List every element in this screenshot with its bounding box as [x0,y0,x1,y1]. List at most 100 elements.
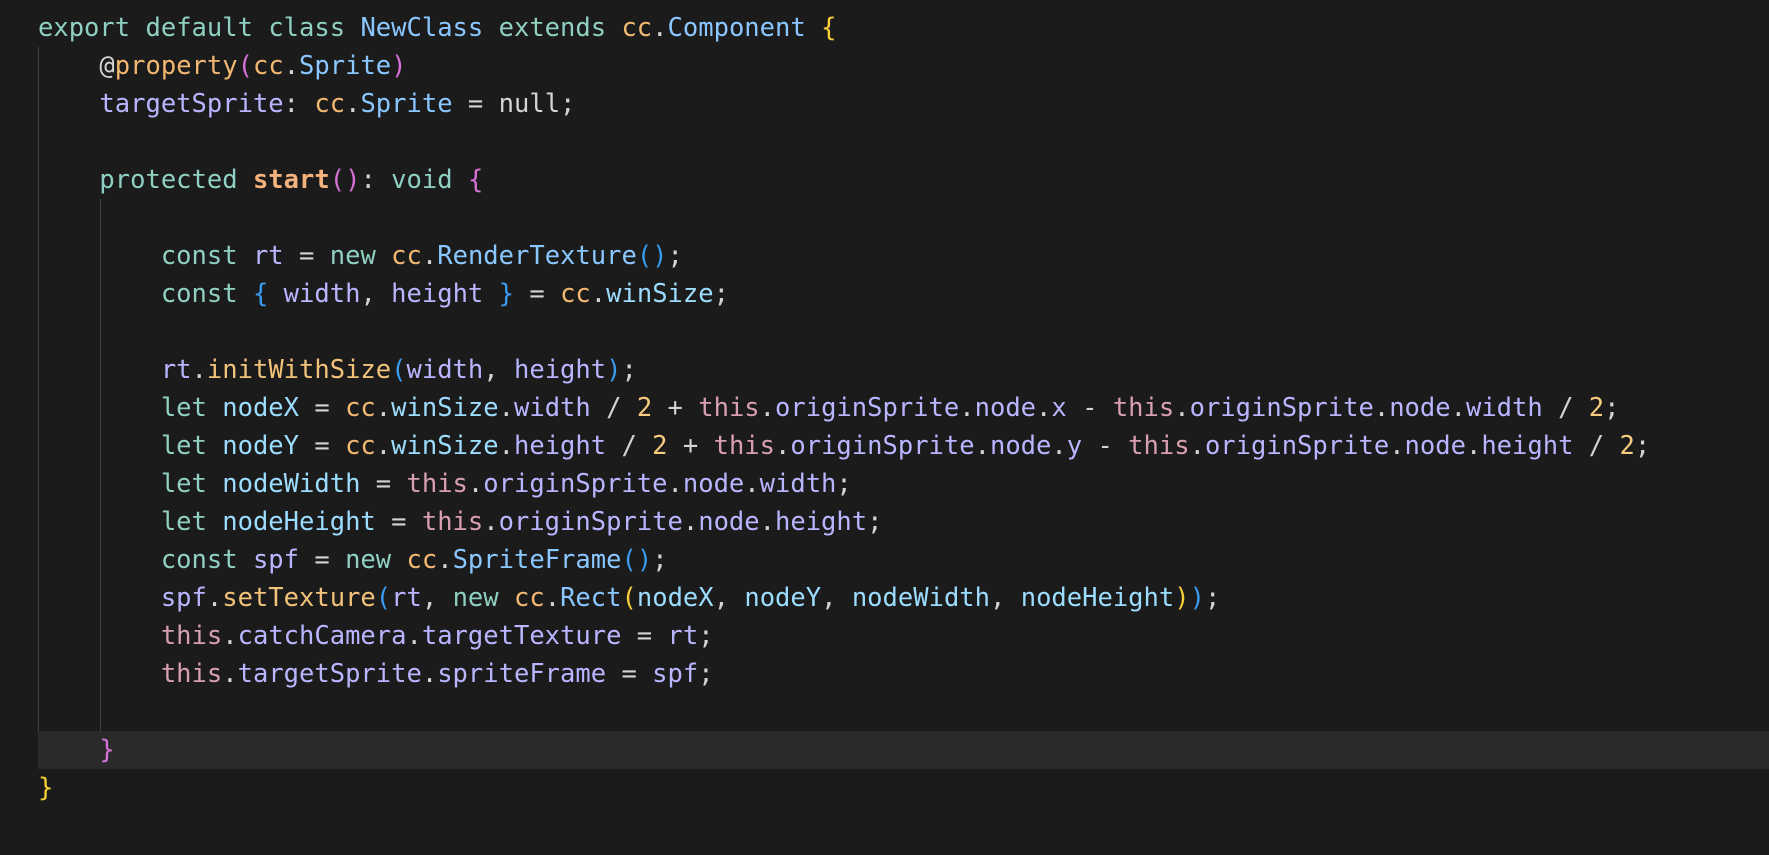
code-token: rt [667,621,699,651]
code-line[interactable] [38,313,1769,351]
code-token: ; [1604,393,1620,423]
code-token: cc [560,279,591,309]
code-token: targetSprite [237,659,422,689]
code-token: = [606,659,653,689]
code-token: 2 [652,431,668,461]
code-line[interactable]: targetSprite: cc.Sprite = null; [38,85,1769,123]
code-line[interactable]: this.targetSprite.spriteFrame = spf; [38,655,1769,693]
code-token: . [1051,431,1067,461]
code-token: nodeHeight [1020,583,1175,613]
code-token: . [206,583,223,613]
code-token: / [606,431,653,461]
code-token: ( [391,355,407,385]
code-token: cc [514,583,545,613]
code-line[interactable] [38,123,1769,161]
code-token: 2 [1619,431,1635,461]
code-token: new [452,583,499,613]
code-line[interactable]: } [38,731,1769,769]
code-line[interactable]: export default class NewClass extends cc… [38,9,1769,47]
code-editor[interactable]: export default class NewClass extends cc… [0,0,1769,855]
code-token: this [1128,431,1190,461]
code-token: node [989,431,1052,461]
code-token: . [974,431,990,461]
code-token: nodeX [636,583,714,613]
code-token: ; [867,507,883,537]
code-token: rt [252,241,284,271]
code-token: setTexture [222,583,376,613]
code-token: . [590,279,607,309]
code-token: . [406,621,422,651]
code-token: , [713,583,745,613]
code-token: = [283,241,330,271]
code-token: nodeWidth [222,469,361,499]
code-line[interactable]: protected start(): void { [38,161,1769,199]
code-line[interactable]: let nodeY = cc.winSize.height / 2 + this… [38,427,1769,465]
code-token: } [498,279,514,309]
code-token: this [160,659,223,689]
code-token: ) [606,355,622,385]
code-token: ( [621,583,637,613]
code-token: @ [99,51,115,81]
code-token: node [682,469,745,499]
code-token: Sprite [360,89,453,119]
code-line[interactable] [38,693,1769,731]
code-line[interactable]: const spf = new cc.SpriteFrame(); [38,541,1769,579]
code-token: originSprite [498,507,683,537]
code-token: , [360,279,392,309]
code-lines[interactable]: export default class NewClass extends cc… [38,9,1769,807]
code-token: targetTexture [421,621,622,651]
code-token: new [329,241,376,271]
code-token: SpriteFrame [452,545,622,575]
code-token: = [299,545,346,575]
code-token: extends [498,13,607,43]
code-token: height [775,507,868,537]
code-token: / [1573,431,1620,461]
code-token: = [299,431,346,461]
code-token: width [1465,393,1543,423]
code-token: + [652,393,699,423]
code-line[interactable]: spf.setTexture(rt, new cc.Rect(nodeX, no… [38,579,1769,617]
code-token: . [775,431,791,461]
code-token: nodeY [222,431,300,461]
code-token: ; [713,279,729,309]
code-token: new [345,545,392,575]
code-line[interactable]: const rt = new cc.RenderTexture(); [38,237,1769,275]
code-line[interactable] [38,199,1769,237]
code-token: this [713,431,776,461]
code-token: } [38,773,54,803]
code-token: = [514,279,561,309]
code-token: { [821,13,837,43]
code-token: . [1450,393,1466,423]
code-line[interactable]: } [38,769,1769,807]
code-line[interactable]: @property(cc.Sprite) [38,47,1769,85]
code-token: 2 [1588,393,1605,423]
code-token: , [990,583,1021,613]
code-token: winSize [391,431,499,461]
code-line[interactable]: const { width, height } = cc.winSize; [38,275,1769,313]
code-token: ; [698,621,714,651]
code-line[interactable]: let nodeHeight = this.originSprite.node.… [38,503,1769,541]
code-token: { [252,279,269,309]
code-line[interactable]: let nodeWidth = this.originSprite.node.w… [38,465,1769,503]
code-token: ; [652,545,668,575]
code-token: width [759,469,837,499]
code-token: initWithSize [206,355,392,385]
code-line[interactable]: rt.initWithSize(width, height); [38,351,1769,389]
code-line[interactable]: this.catchCamera.targetTexture = rt; [38,617,1769,655]
code-token: height [513,355,607,385]
code-token: nodeY [744,583,822,613]
code-token: node [698,507,760,537]
code-line[interactable]: let nodeX = cc.winSize.width / 2 + this.… [38,389,1769,427]
code-token: = [621,621,668,651]
code-token: . [544,583,561,613]
